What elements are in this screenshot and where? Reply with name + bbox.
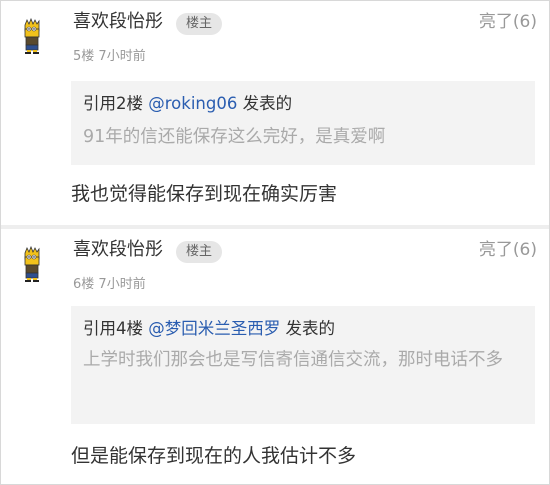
quote-text: 上学时我们那会也是写信寄信通信交流，那时电话不多 [83,350,503,370]
username[interactable]: 喜欢段怡彤 [73,237,163,263]
post-meta: 5楼 7小时前 [73,47,146,67]
post-meta: 6楼 7小时前 [73,275,146,295]
reply-text: 我也觉得能保存到现在确实厉害 [71,183,338,205]
like-button[interactable]: 亮了(6) [479,9,537,35]
quote-mention-link[interactable]: @roking06 [148,94,237,113]
post-time: 7小时前 [98,277,146,292]
post-floor-6: 喜欢段怡彤 楼主 亮了(6) 6楼 7小时前 引用4楼 @梦回米兰圣西罗 发表的… [1,229,549,484]
post-time: 7小时前 [98,49,146,64]
username[interactable]: 喜欢段怡彤 [73,9,163,35]
quote-header: 引用4楼 @梦回米兰圣西罗 发表的 [83,316,335,342]
quote-prefix: 引用2楼 [83,94,149,113]
quote-suffix: 发表的 [237,94,293,113]
reply-text: 但是能保存到现在的人我估计不多 [71,445,357,467]
quote-block: 引用2楼 @roking06 发表的 91年的信还能保存这么完好，是真爱啊 [71,81,535,165]
quote-suffix: 发表的 [280,319,335,338]
user-avatar[interactable] [15,17,49,55]
user-avatar[interactable] [15,245,49,283]
floor-number: 6楼 [73,277,95,292]
quote-block: 引用4楼 @梦回米兰圣西罗 发表的 上学时我们那会也是写信寄信通信交流，那时电话… [71,306,535,424]
post-floor-5: 喜欢段怡彤 楼主 亮了(6) 5楼 7小时前 引用2楼 @roking06 发表… [1,1,549,225]
quote-text: 91年的信还能保存这么完好，是真爱啊 [83,127,386,147]
floor-number: 5楼 [73,49,95,64]
op-badge: 楼主 [176,241,223,263]
quote-mention-link[interactable]: @梦回米兰圣西罗 [148,319,280,338]
like-button[interactable]: 亮了(6) [479,237,537,263]
quote-prefix: 引用4楼 [83,319,149,338]
quote-header: 引用2楼 @roking06 发表的 [83,91,292,117]
op-badge: 楼主 [176,13,223,35]
